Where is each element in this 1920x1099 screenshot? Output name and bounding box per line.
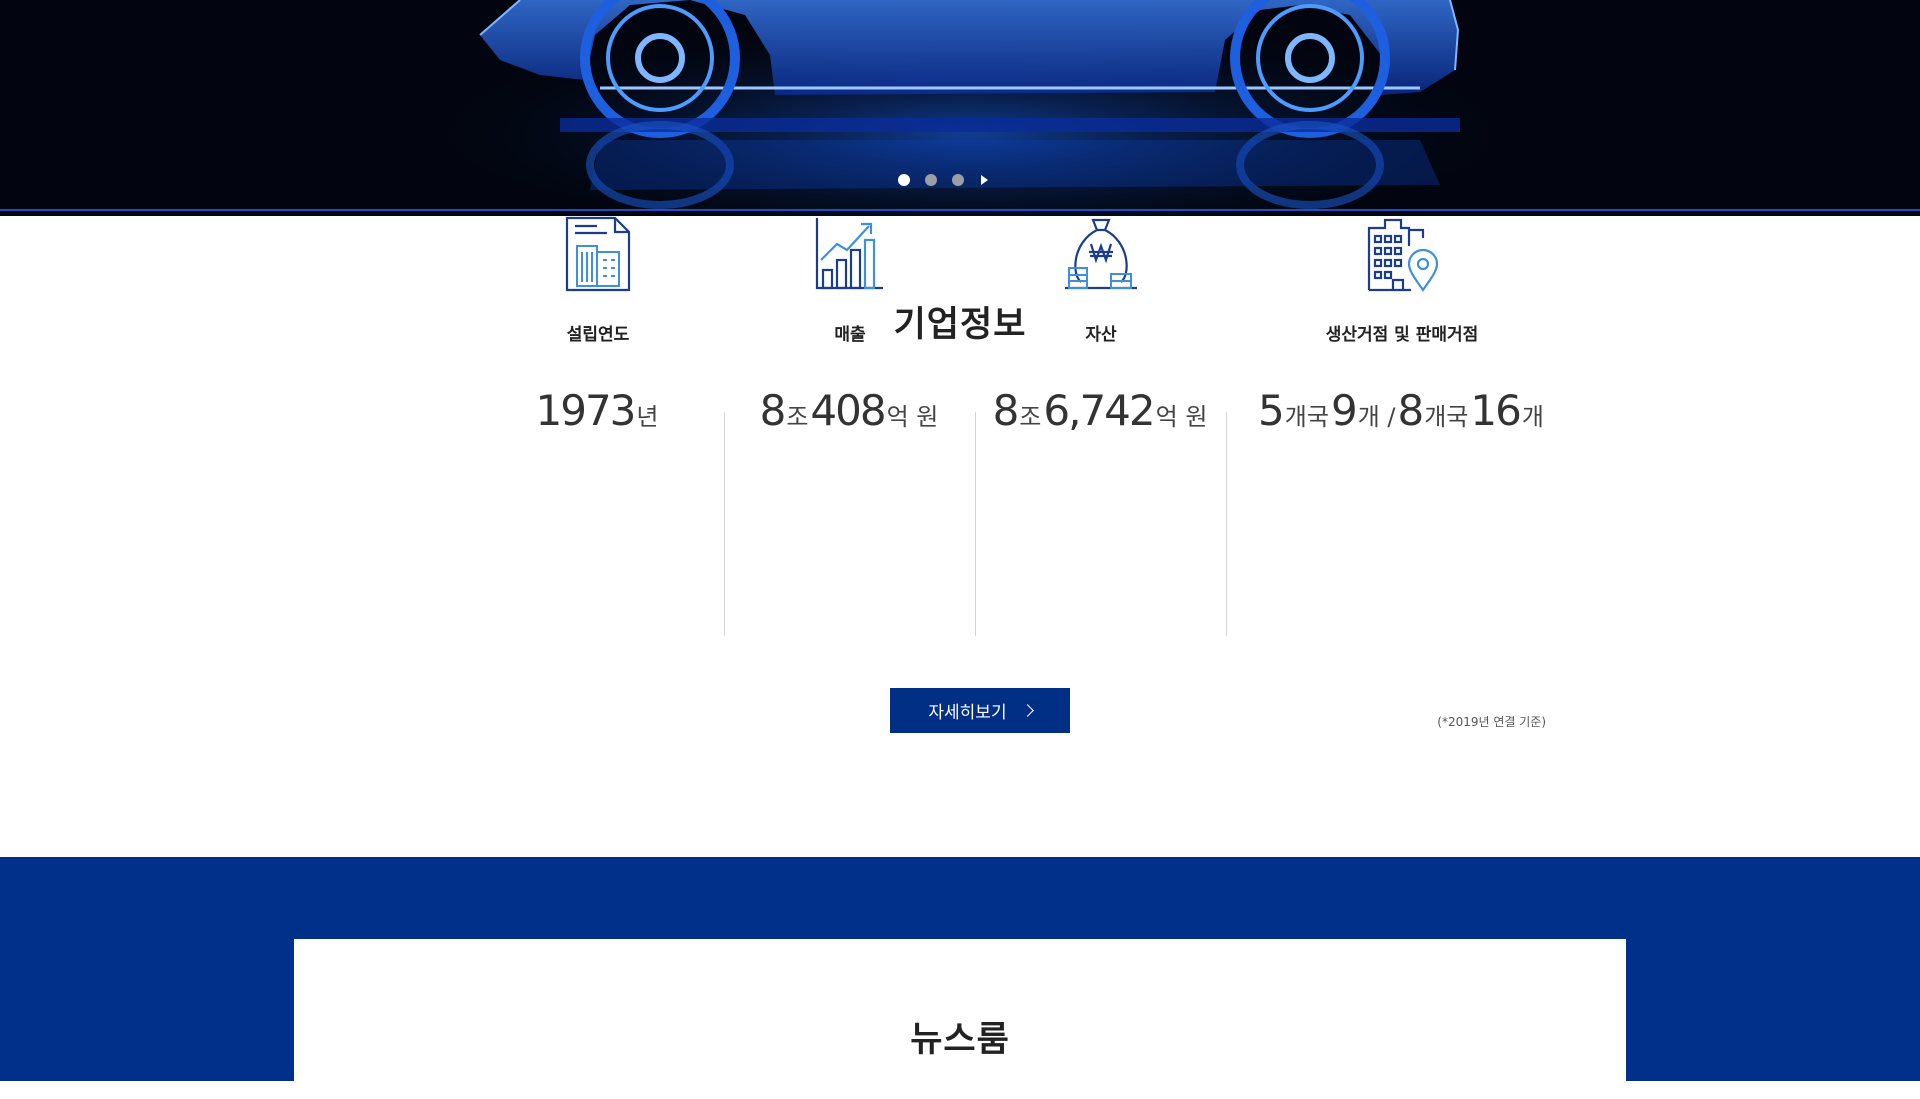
slide-dot-1[interactable]	[898, 174, 910, 186]
slide-dot-3[interactable]	[952, 174, 964, 186]
stat-value: 5개국9개 /8개국16개	[1258, 386, 1544, 435]
slide-dot-2[interactable]	[925, 174, 937, 186]
stat-bases: 생산거점 및 판매거점 5개국9개 /8개국16개	[1227, 216, 1577, 440]
stat-label: 설립연도	[566, 325, 630, 345]
view-details-label: 자세히보기	[928, 703, 1007, 723]
stat-value: 8조408억 원	[759, 386, 939, 435]
stat-label: 생산거점 및 판매거점	[1325, 325, 1479, 345]
chevron-right-icon	[1020, 704, 1034, 717]
building-location-icon	[1367, 218, 1439, 292]
hero-banner	[0, 0, 1920, 216]
view-details-button[interactable]: 자세히보기	[890, 688, 1070, 733]
stat-value: 8조6,742억 원	[992, 386, 1208, 435]
money-bag-icon	[1065, 218, 1137, 290]
stat-label: 자산	[1085, 325, 1117, 345]
newsroom-section: 뉴스룸	[0, 857, 1920, 1099]
divider	[1226, 412, 1227, 636]
stat-label: 매출	[834, 325, 866, 345]
growth-chart-icon	[815, 218, 883, 290]
newsroom-card: 뉴스룸	[294, 939, 1626, 1099]
stat-revenue: 매출 8조408억 원	[725, 216, 975, 440]
slider-controls	[898, 174, 988, 186]
stat-value: 1973년	[535, 386, 659, 435]
divider	[975, 412, 976, 636]
divider	[724, 412, 725, 636]
stat-founded: 설립연도 1973년	[478, 216, 718, 440]
basis-note: (*2019년 연결 기준)	[1437, 715, 1546, 729]
play-icon[interactable]	[981, 175, 988, 185]
section-title: 뉴스룸	[910, 1020, 1010, 1060]
company-info-section: 기업정보 설립연도 1973년 매출 8조408억 원 자산 8조6,742억 …	[0, 216, 1920, 857]
stat-assets: 자산 8조6,742억 원	[976, 216, 1226, 440]
document-building-icon	[565, 216, 631, 292]
